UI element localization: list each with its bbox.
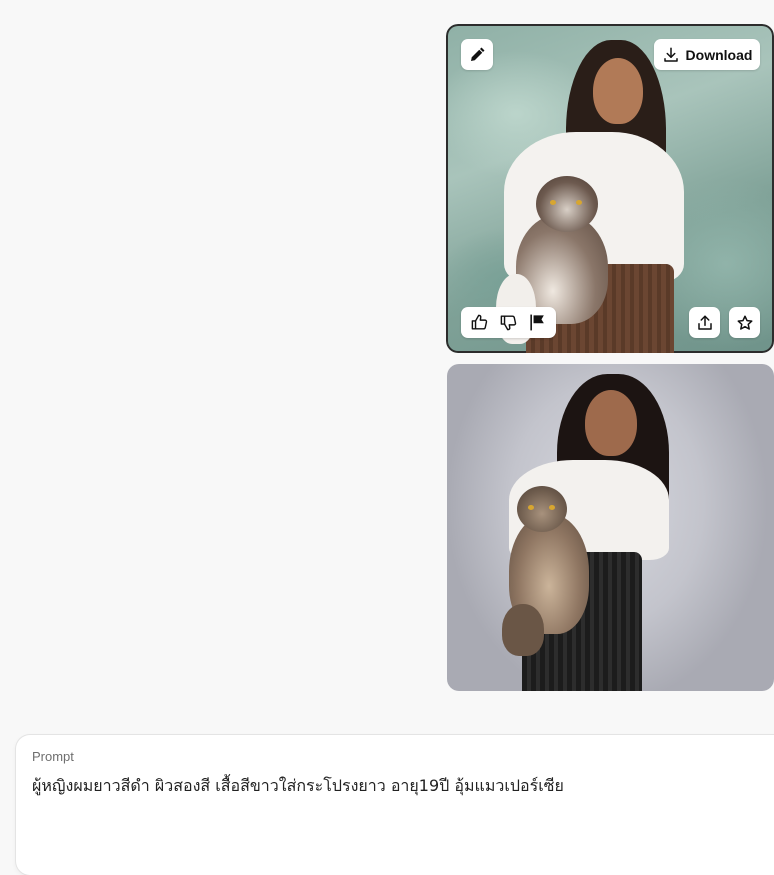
- edit-button[interactable]: [461, 39, 493, 70]
- thumbs-down-button[interactable]: [499, 313, 518, 332]
- feedback-group: [461, 307, 556, 338]
- report-button[interactable]: [528, 313, 547, 332]
- cat-tail: [502, 604, 544, 656]
- star-icon: [737, 315, 752, 330]
- thumbs-up-button[interactable]: [470, 313, 489, 332]
- share-icon: [697, 315, 712, 330]
- favorite-button[interactable]: [729, 307, 760, 338]
- woman-face: [593, 58, 643, 124]
- prompt-card: Prompt ผู้หญิงผมยาวสีดำ ผิวสองสี เสื้อสี…: [16, 735, 774, 875]
- download-label: Download: [685, 46, 753, 63]
- cat-head: [536, 176, 598, 232]
- cat-eye: [550, 200, 556, 205]
- share-button[interactable]: [689, 307, 720, 338]
- pencil-icon: [471, 47, 485, 61]
- generated-image-2[interactable]: [447, 364, 774, 691]
- prompt-label: Prompt: [32, 749, 74, 764]
- cat-eye: [528, 505, 534, 510]
- download-icon: [663, 47, 678, 62]
- download-button[interactable]: Download: [654, 39, 760, 70]
- generated-image-1[interactable]: Download: [446, 24, 774, 353]
- thumbs-down-icon: [500, 315, 517, 331]
- cat-head: [517, 486, 567, 532]
- woman-face: [585, 390, 637, 456]
- cat-eye: [576, 200, 582, 205]
- thumbs-up-icon: [471, 314, 488, 330]
- prompt-text[interactable]: ผู้หญิงผมยาวสีดำ ผิวสองสี เสื้อสีขาวใส่ก…: [32, 774, 564, 799]
- flag-icon: [530, 314, 544, 331]
- cat-eye: [549, 505, 555, 510]
